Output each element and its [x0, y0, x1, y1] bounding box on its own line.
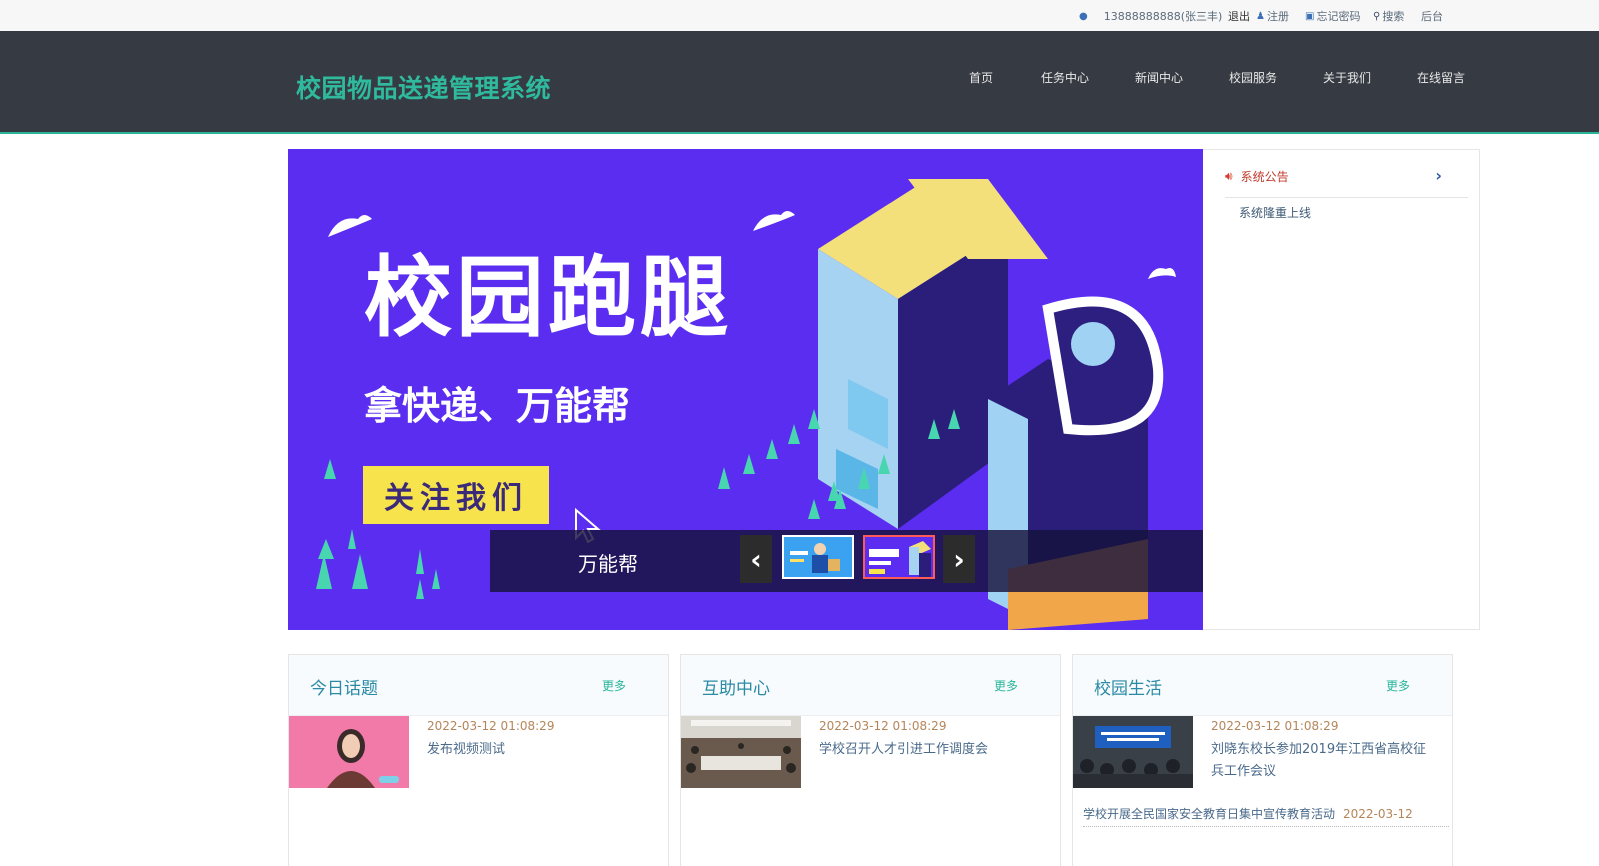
nav-task-center[interactable]: 任务中心 [1041, 69, 1089, 86]
card-header: 校园生活 更多 [1073, 655, 1452, 716]
search-label: 搜索 [1382, 10, 1405, 23]
carousel-prev-button[interactable]: ‹ [740, 535, 772, 583]
notice-title-label: 系统公告 [1240, 170, 1289, 184]
carousel-thumbnail-1[interactable] [782, 535, 854, 579]
card-title: 今日话题 [310, 679, 378, 699]
notice-header: 🔊︎ 系统公告 › [1225, 166, 1468, 198]
card-headline-link[interactable]: 刘晓东校长参加2019年江西省高校征兵工作会议 [1211, 739, 1437, 783]
logout-link[interactable]: 退出 [1228, 8, 1250, 24]
notice-title[interactable]: 🔊︎ 系统公告 [1225, 168, 1289, 185]
today-topic-card: 今日话题 更多 2022-03-12 01:08:29 发布视频测试 [288, 654, 669, 866]
chevron-right-icon: › [953, 542, 965, 576]
campus-errand-thumbnail-icon [865, 537, 933, 577]
delivery-person-thumbnail-icon [784, 537, 852, 577]
list-item-date: 2022-03-12 [1343, 807, 1413, 821]
carousel-caption-bar: 万能帮 ‹ › [490, 530, 1203, 592]
follow-us-button[interactable]: 关注我们 [363, 466, 549, 524]
card-header: 今日话题 更多 [289, 655, 668, 716]
card-title: 校园生活 [1094, 679, 1162, 699]
card-thumbnail-image[interactable] [1073, 716, 1193, 788]
card-more-link[interactable]: 更多 [602, 677, 626, 694]
card-title: 互助中心 [702, 679, 770, 699]
nav-campus-service[interactable]: 校园服务 [1229, 69, 1277, 86]
site-header: 校园物品送递管理系统 首页 任务中心 新闻中心 校园服务 关于我们 在线留言 [0, 31, 1599, 134]
video-host-photo [289, 716, 409, 788]
system-notice-panel: 🔊︎ 系统公告 › 系统隆重上线 [1203, 149, 1480, 630]
meeting-room-photo [681, 716, 801, 788]
user-icon: ● [1079, 10, 1088, 22]
card-more-link[interactable]: 更多 [994, 677, 1018, 694]
forgot-password-label: 忘记密码 [1316, 10, 1361, 23]
user-label: 13888888888(张三丰) [1103, 10, 1223, 23]
lock-icon: ▣ [1305, 10, 1315, 22]
nav-home[interactable]: 首页 [969, 69, 993, 86]
user-account-link[interactable]: ● 13888888888(张三丰) [1079, 8, 1222, 24]
card-date: 2022-03-12 01:08:29 [1211, 719, 1339, 733]
user-plus-icon: ♟ [1256, 10, 1265, 22]
banner-carousel[interactable]: 校园跑腿 拿快递、万能帮 关注我们 万能帮 ‹ › [288, 149, 1203, 630]
speaker-icon: 🔊︎ [1225, 169, 1233, 183]
admin-label: 后台 [1421, 10, 1443, 23]
list-item-title: 学校开展全民国家安全教育日集中宣传教育活动 [1083, 807, 1336, 821]
banner-subtitle: 拿快递、万能帮 [364, 384, 631, 428]
card-date: 2022-03-12 01:08:29 [427, 719, 555, 733]
conference-photo [1073, 716, 1193, 788]
banner-title: 校园跑腿 [364, 246, 733, 349]
card-header: 互助中心 更多 [681, 655, 1060, 716]
top-utility-bar: ● 13888888888(张三丰) 退出 ♟ 注册 ▣ 忘记密码 ⚲ 搜索 后… [0, 0, 1599, 31]
carousel-next-button[interactable]: › [943, 535, 975, 583]
notice-list-item[interactable]: 系统隆重上线 [1239, 204, 1311, 221]
card-list-item[interactable]: 学校开展全民国家安全教育日集中宣传教育活动 2022-03-12 [1083, 805, 1449, 827]
card-thumbnail-image[interactable] [681, 716, 801, 788]
campus-life-card: 校园生活 更多 2022-03-12 01:08:29 刘晓东校长参加2019年… [1072, 654, 1453, 866]
card-more-link[interactable]: 更多 [1386, 677, 1410, 694]
carousel-caption: 万能帮 [578, 552, 638, 576]
card-headline-link[interactable]: 学校召开人才引进工作调度会 [819, 739, 1045, 761]
search-link[interactable]: ⚲ 搜索 [1373, 8, 1404, 24]
site-logo[interactable]: 校园物品送递管理系统 [296, 69, 551, 105]
mutual-help-card: 互助中心 更多 2022-03-12 01:08:29 学校召开人才引进工作调度… [680, 654, 1061, 866]
chevron-right-icon[interactable]: › [1435, 166, 1442, 185]
carousel-thumbnail-2[interactable] [863, 535, 935, 579]
register-link[interactable]: ♟ 注册 [1256, 8, 1289, 24]
card-thumbnail-image[interactable] [289, 716, 409, 788]
nav-news-center[interactable]: 新闻中心 [1135, 69, 1183, 86]
chevron-left-icon: ‹ [750, 542, 762, 576]
nav-online-message[interactable]: 在线留言 [1417, 69, 1465, 86]
search-icon: ⚲ [1373, 10, 1381, 22]
register-label: 注册 [1266, 10, 1289, 23]
forgot-password-link[interactable]: ▣ 忘记密码 [1305, 8, 1360, 24]
card-date: 2022-03-12 01:08:29 [819, 719, 947, 733]
logout-label: 退出 [1228, 10, 1250, 23]
card-headline-link[interactable]: 发布视频测试 [427, 739, 653, 761]
nav-about-us[interactable]: 关于我们 [1323, 69, 1371, 86]
admin-link[interactable]: 后台 [1421, 8, 1443, 24]
